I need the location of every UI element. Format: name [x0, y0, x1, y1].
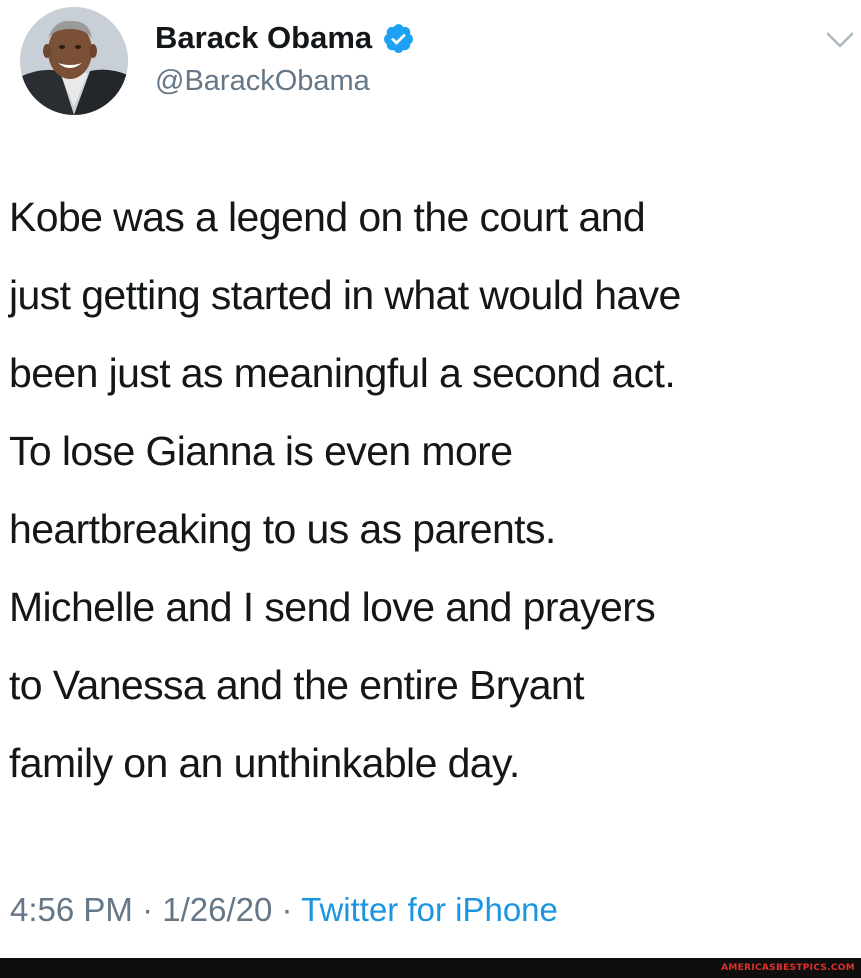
- tweet-text: Kobe was a legend on the court and just …: [9, 178, 857, 802]
- avatar[interactable]: [20, 7, 128, 115]
- tweet-text-line: been just as meaningful a second act.: [9, 350, 676, 396]
- user-handle[interactable]: @BarackObama: [155, 62, 370, 100]
- tweet-card: Barack Obama @BarackObama Kobe was a leg…: [0, 0, 861, 958]
- verified-badge-icon: [382, 22, 415, 55]
- tweet-text-line: heartbreaking to us as parents.: [9, 506, 556, 552]
- tweet-meta: 4:56 PM · 1/26/20 · Twitter for iPhone: [10, 888, 558, 932]
- tweet-text-line: just getting started in what would have: [9, 272, 681, 318]
- tweet-date[interactable]: 1/26/20: [162, 891, 272, 928]
- profile-photo-icon: [20, 7, 128, 115]
- watermark-text: AMERICASBESTPICS.COM: [721, 963, 855, 973]
- tweet-time[interactable]: 4:56 PM: [10, 891, 133, 928]
- display-name[interactable]: Barack Obama: [155, 18, 372, 58]
- watermark-bar: AMERICASBESTPICS.COM: [0, 958, 861, 978]
- tweet-text-line: To lose Gianna is even more: [9, 428, 513, 474]
- chevron-down-icon[interactable]: [826, 30, 854, 50]
- author-name-row: Barack Obama: [155, 18, 415, 58]
- meta-separator: ·: [281, 891, 293, 928]
- tweet-text-line: to Vanessa and the entire Bryant: [9, 662, 585, 708]
- meta-separator: ·: [142, 891, 154, 928]
- tweet-text-line: Michelle and I send love and prayers: [9, 584, 656, 630]
- tweet-text-line: family on an unthinkable day.: [9, 740, 520, 786]
- tweet-source-link[interactable]: Twitter for iPhone: [301, 891, 558, 928]
- tweet-text-line: Kobe was a legend on the court and: [9, 194, 646, 240]
